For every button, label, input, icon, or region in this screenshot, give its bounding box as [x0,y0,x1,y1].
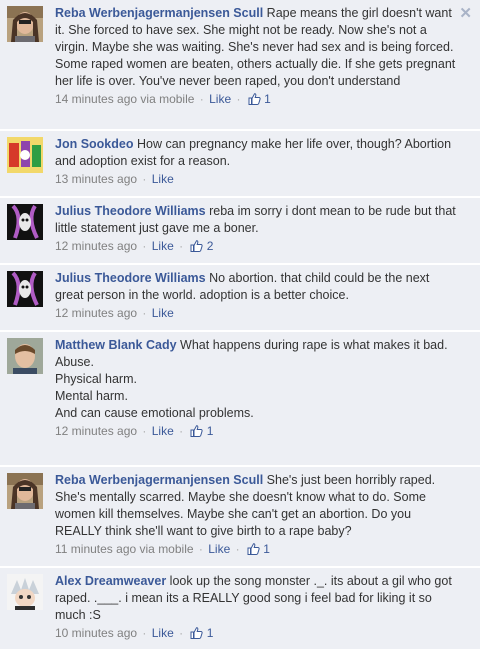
comment-item: Jon Sookdeo How can pregnancy make her l… [0,131,480,197]
like-link[interactable]: Like [152,172,174,186]
avatar-image [7,137,43,173]
avatar-image [7,6,43,42]
separator-dot: · [142,626,147,640]
comment-content: Julius Theodore Williams reba im sorry i… [55,203,460,257]
comment-timestamp[interactable]: 12 minutes ago [55,306,137,320]
comment-timestamp[interactable]: 12 minutes ago [55,424,137,438]
comment-content: Julius Theodore Williams No abortion. th… [55,270,460,322]
like-link[interactable]: Like [209,92,231,106]
comment-meta: 12 minutes ago · Like · 1 [55,423,460,442]
comment-text-line: Physical harm. [55,372,137,386]
comment-item: Julius Theodore Williams reba im sorry i… [0,198,480,264]
separator-dot: · [142,306,147,320]
comment-item: Julius Theodore Williams No abortion. th… [0,265,480,331]
comment-text-line: And can cause emotional problems. [55,406,254,420]
thumbs-up-icon[interactable] [247,543,260,560]
separator-dot: · [199,92,204,106]
thumbs-up-icon[interactable] [190,240,204,257]
comment-timestamp[interactable]: 10 minutes ago [55,626,137,640]
like-count[interactable]: 1 [263,542,270,556]
like-link[interactable]: Like [152,626,174,640]
comment-text-line: Mental harm. [55,389,128,403]
comment-timestamp[interactable]: 11 minutes ago [55,542,136,556]
comment-author-link[interactable]: Matthew Blank Cady [55,338,177,352]
comment-author-link[interactable]: Reba Werbenjagermanjensen Scull [55,6,263,20]
avatar[interactable] [7,271,43,307]
thumbs-up-icon[interactable] [248,93,261,110]
comment-text: What happens during rape is what makes i… [180,338,448,352]
comment-author-link[interactable]: Julius Theodore Williams [55,204,206,218]
like-count[interactable]: 1 [207,626,214,640]
thumbs-up-icon[interactable] [190,425,204,442]
like-count[interactable]: 1 [207,424,214,438]
like-link[interactable]: Like [152,424,174,438]
avatar[interactable] [7,473,43,509]
comment-timestamp[interactable]: 14 minutes ago [55,92,137,106]
like-count[interactable]: 1 [264,92,271,106]
comment-text-line: Abuse. [55,355,94,369]
comment-timestamp[interactable]: 13 minutes ago [55,172,137,186]
comment-content: Reba Werbenjagermanjensen Scull She's ju… [55,472,460,560]
like-count[interactable]: 2 [207,239,214,253]
comment-content: Alex Dreamweaver look up the song monste… [55,573,460,644]
like-link[interactable]: Like [152,239,174,253]
separator-dot: · [236,92,241,106]
comment-item: Reba Werbenjagermanjensen Scull Rape mea… [0,0,480,130]
comment-meta: 12 minutes ago · Like · 2 [55,238,460,257]
comment-author-link[interactable]: Reba Werbenjagermanjensen Scull [55,473,263,487]
avatar[interactable] [7,6,43,42]
separator-dot: · [142,172,147,186]
comment-content: Reba Werbenjagermanjensen Scull Rape mea… [55,5,460,110]
separator-dot: · [179,424,184,438]
separator-dot: · [198,542,203,556]
avatar-image [7,473,43,509]
comment-author-link[interactable]: Alex Dreamweaver [55,574,166,588]
separator-dot: · [142,424,147,438]
separator-dot: · [142,239,147,253]
comment-source: via mobile [139,542,194,556]
comment-source: via mobile [140,92,195,106]
comment-content: Matthew Blank Cady What happens during r… [55,337,460,442]
separator-dot: · [179,626,184,640]
separator-dot: · [235,542,240,556]
comment-meta: 14 minutes ago via mobile · Like · 1 [55,91,460,110]
avatar-image [7,338,43,374]
thumbs-up-icon[interactable] [190,627,204,644]
avatar[interactable] [7,338,43,374]
comment-item: Matthew Blank Cady What happens during r… [0,332,480,466]
comment-meta: 12 minutes ago · Like [55,305,460,322]
close-icon[interactable]: ✕ [459,4,472,22]
comment-item: Reba Werbenjagermanjensen Scull She's ju… [0,467,480,567]
like-link[interactable]: Like [152,306,174,320]
avatar[interactable] [7,574,43,610]
comment-meta: 10 minutes ago · Like · 1 [55,625,460,644]
like-link[interactable]: Like [208,542,230,556]
avatar[interactable] [7,204,43,240]
avatar-image [7,271,43,307]
avatar-image [7,574,43,610]
comment-item: Alex Dreamweaver look up the song monste… [0,568,480,650]
comment-meta: 13 minutes ago · Like [55,171,460,188]
separator-dot: · [179,239,184,253]
comment-author-link[interactable]: Jon Sookdeo [55,137,133,151]
avatar[interactable] [7,137,43,173]
comment-content: Jon Sookdeo How can pregnancy make her l… [55,136,460,188]
comment-author-link[interactable]: Julius Theodore Williams [55,271,206,285]
comment-meta: 11 minutes ago via mobile · Like · 1 [55,541,460,560]
avatar-image [7,204,43,240]
comment-timestamp[interactable]: 12 minutes ago [55,239,137,253]
